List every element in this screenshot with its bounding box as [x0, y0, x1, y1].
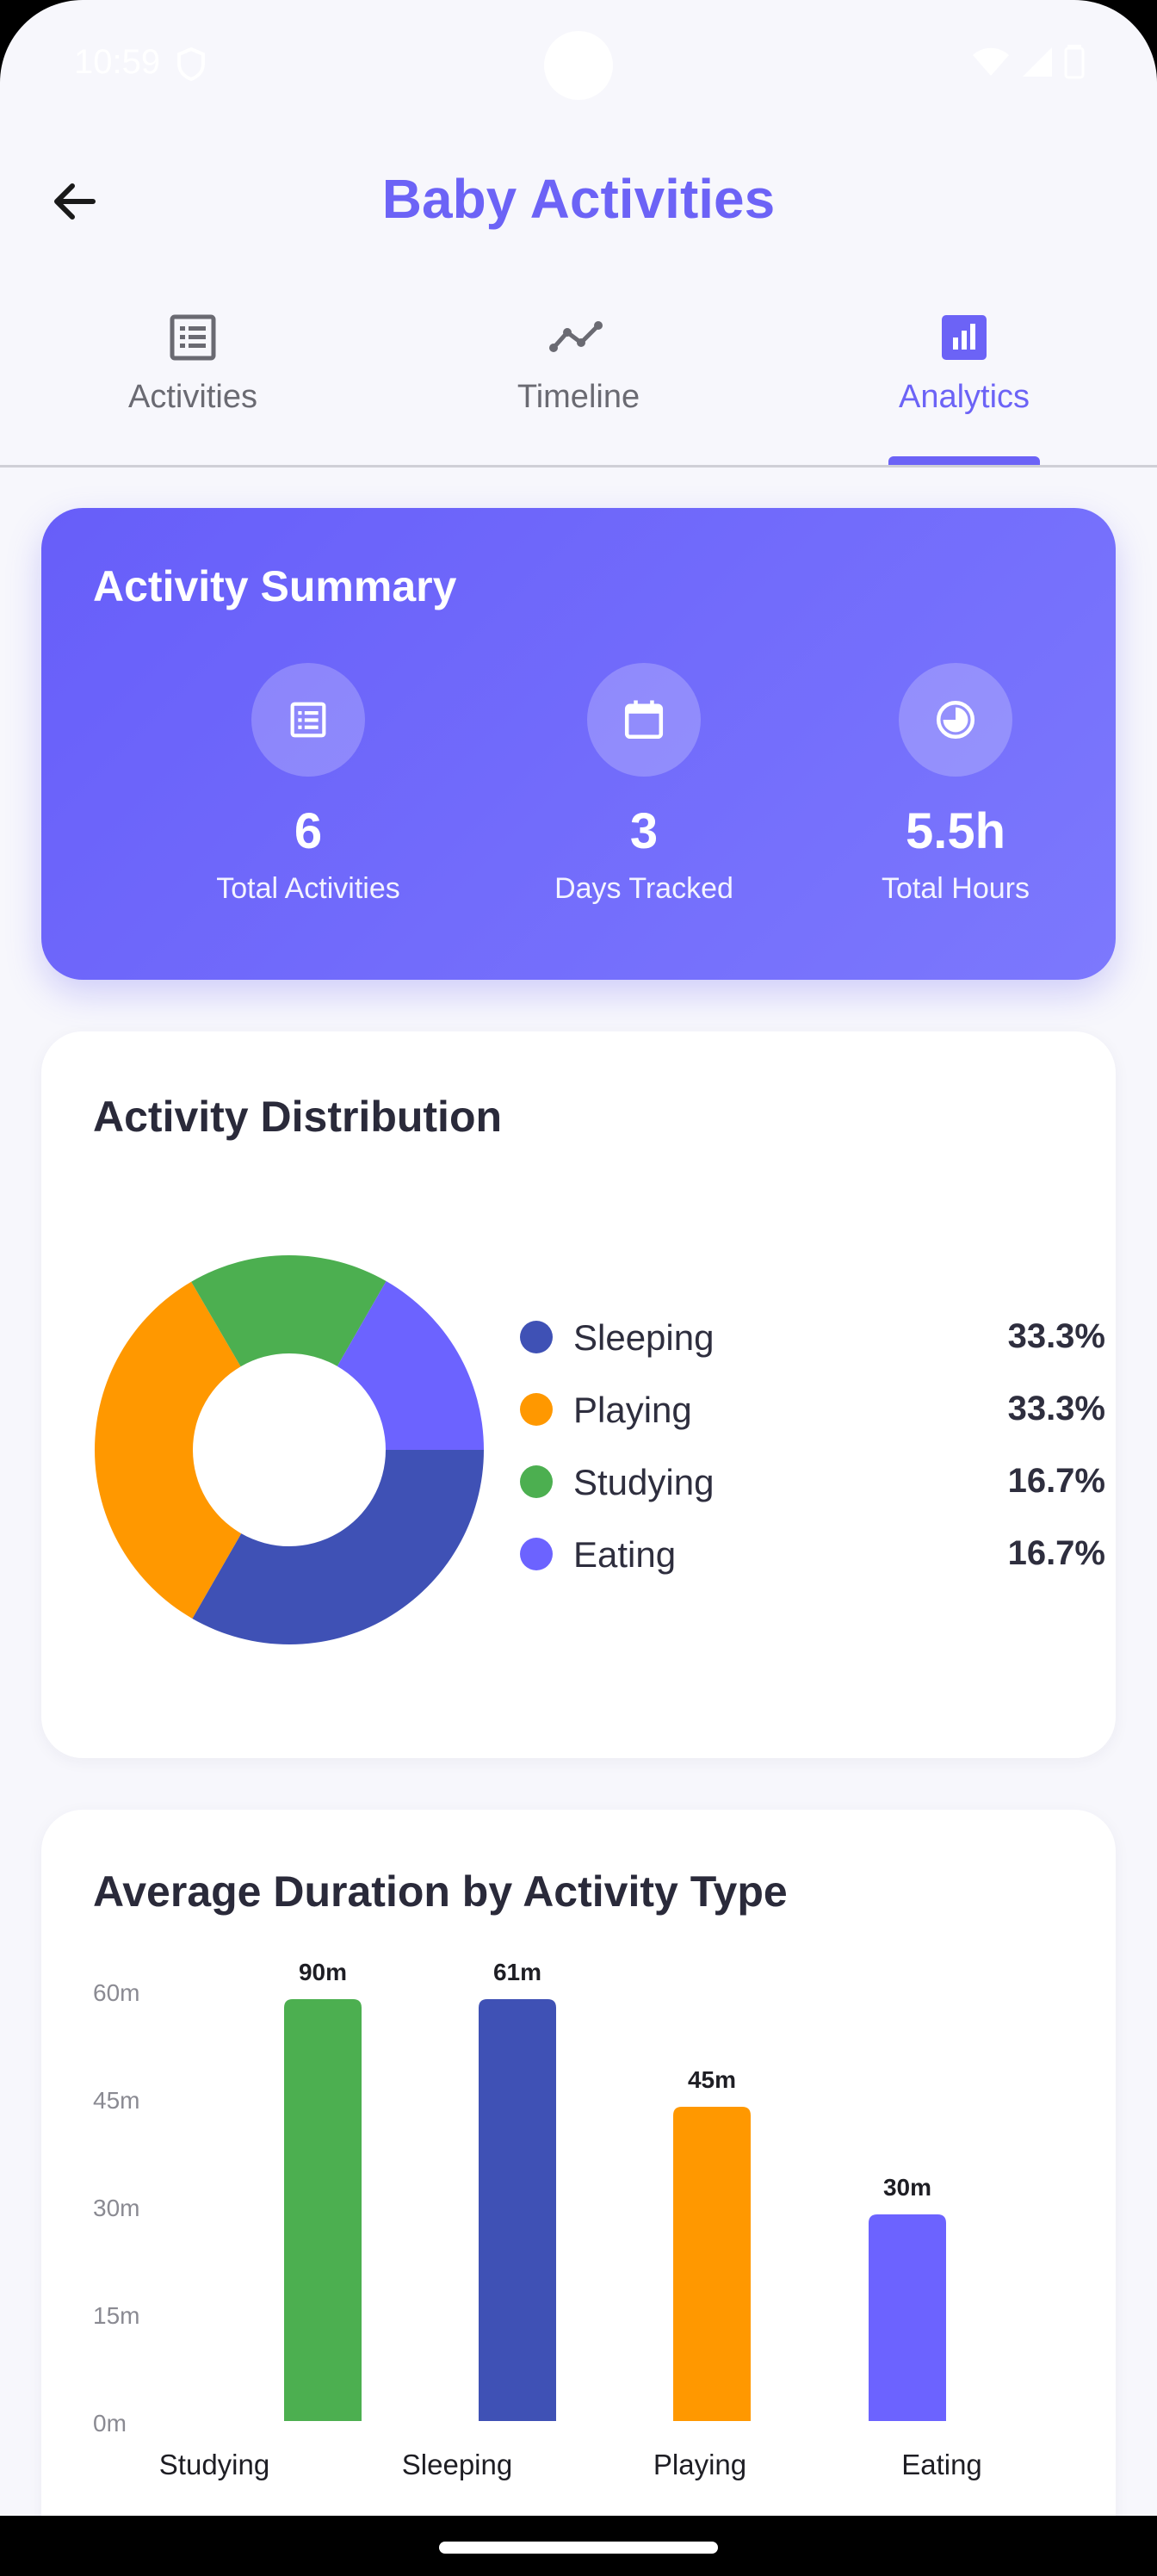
signal-icon — [1021, 46, 1054, 83]
legend-item-studying: Studying 16.7% — [520, 1452, 1105, 1524]
stat-value: 6 — [294, 803, 323, 859]
x-tick-label: Studying — [159, 2449, 269, 2480]
legend-item-playing: Playing 33.3% — [520, 1379, 1105, 1452]
y-tick-label: 15m — [93, 2302, 139, 2329]
status-bar: 10:59 — [0, 0, 1157, 129]
legend-swatch — [520, 1393, 553, 1426]
distribution-legend: Sleeping 33.3% Playing 33.3% Studying 16… — [520, 1307, 1105, 1596]
tab-activities[interactable]: Activities — [0, 293, 386, 465]
camera-cutout — [544, 31, 613, 100]
pie-slice-sleeping — [192, 1450, 484, 1644]
bar-chart: 0m 15m 30m 45m 60m 90m Studying 61m Sleeping 45m P… — [93, 1959, 982, 2480]
tab-label: Analytics — [898, 379, 1030, 415]
legend-label: Studying — [573, 1462, 715, 1502]
x-tick-label: Eating — [901, 2449, 982, 2480]
legend-item-eating: Eating 16.7% — [520, 1524, 1105, 1596]
legend-label: Eating — [573, 1534, 677, 1575]
distribution-title: Activity Distribution — [93, 1093, 503, 1141]
bar-studying — [284, 1999, 362, 2421]
analytics-icon — [942, 315, 987, 360]
pie-slice-playing — [94, 1281, 242, 1619]
stat-total-hours: 5.5h Total Hours — [801, 663, 1111, 906]
summary-title: Activity Summary — [93, 562, 457, 610]
navigation-bar — [0, 2516, 1157, 2576]
bar-eating — [869, 2214, 946, 2421]
tab-label: Activities — [128, 379, 257, 415]
phone-screen: 10:59 Baby Activities Activities Timelin… — [0, 0, 1157, 2576]
legend-percent: 33.3% — [1007, 1317, 1105, 1355]
x-tick-label: Playing — [653, 2449, 746, 2480]
activity-distribution-card: Activity Distribution Sleeping 33.3% Pla… — [41, 1031, 1116, 1758]
stat-label: Days Tracked — [554, 872, 733, 905]
list-icon — [290, 702, 326, 738]
legend-percent: 33.3% — [1007, 1390, 1105, 1427]
page-title: Baby Activities — [381, 168, 776, 230]
clock-icon — [936, 700, 975, 740]
tab-indicator — [888, 456, 1040, 465]
legend-swatch — [520, 1465, 553, 1498]
tab-bar: Activities Timeline Analytics — [0, 293, 1157, 468]
tab-timeline[interactable]: Timeline — [386, 293, 771, 465]
tab-analytics[interactable]: Analytics — [771, 293, 1157, 465]
stat-days-tracked: 3 Days Tracked — [489, 663, 799, 906]
activity-summary-card: Activity Summary 6 Total Activities 3 Da… — [41, 508, 1116, 980]
y-tick-label: 45m — [93, 2087, 139, 2114]
stat-label: Total Activities — [216, 872, 400, 905]
status-time: 10:59 — [74, 43, 161, 81]
bar-playing — [673, 2107, 751, 2421]
y-tick-label: 60m — [93, 1979, 139, 2006]
calendar-icon — [624, 700, 664, 740]
y-tick-label: 30m — [93, 2195, 139, 2221]
legend-percent: 16.7% — [1007, 1462, 1105, 1500]
bar-value-label: 30m — [883, 2174, 931, 2201]
app-bar: Baby Activities — [0, 129, 1157, 276]
legend-label: Playing — [573, 1390, 692, 1430]
bar-value-label: 90m — [299, 1959, 347, 1985]
legend-swatch — [520, 1538, 553, 1570]
average-duration-card: Average Duration by Activity Type 0m 15m 3… — [41, 1810, 1116, 2576]
tab-label: Timeline — [517, 379, 640, 415]
legend-item-sleeping: Sleeping 33.3% — [520, 1307, 1105, 1379]
donut-chart — [94, 1255, 484, 1644]
home-indicator[interactable] — [439, 2542, 718, 2554]
bar-value-label: 45m — [688, 2066, 736, 2093]
battery-icon — [1064, 45, 1085, 84]
shield-icon — [176, 46, 207, 85]
y-tick-label: 0m — [93, 2410, 127, 2437]
stat-label: Total Hours — [882, 872, 1030, 905]
stat-total-activities: 6 Total Activities — [153, 663, 463, 906]
timeline-icon — [549, 321, 603, 352]
bar-value-label: 61m — [493, 1959, 541, 1985]
x-tick-label: Sleeping — [402, 2449, 512, 2480]
list-icon — [170, 314, 216, 361]
stat-value: 5.5h — [905, 803, 1006, 859]
legend-percent: 16.7% — [1007, 1534, 1105, 1572]
bar-sleeping — [479, 1999, 556, 2421]
legend-swatch — [520, 1321, 553, 1353]
stat-value: 3 — [629, 803, 659, 859]
wifi-icon — [971, 46, 1011, 82]
legend-label: Sleeping — [573, 1317, 715, 1358]
status-icons — [971, 45, 1085, 84]
